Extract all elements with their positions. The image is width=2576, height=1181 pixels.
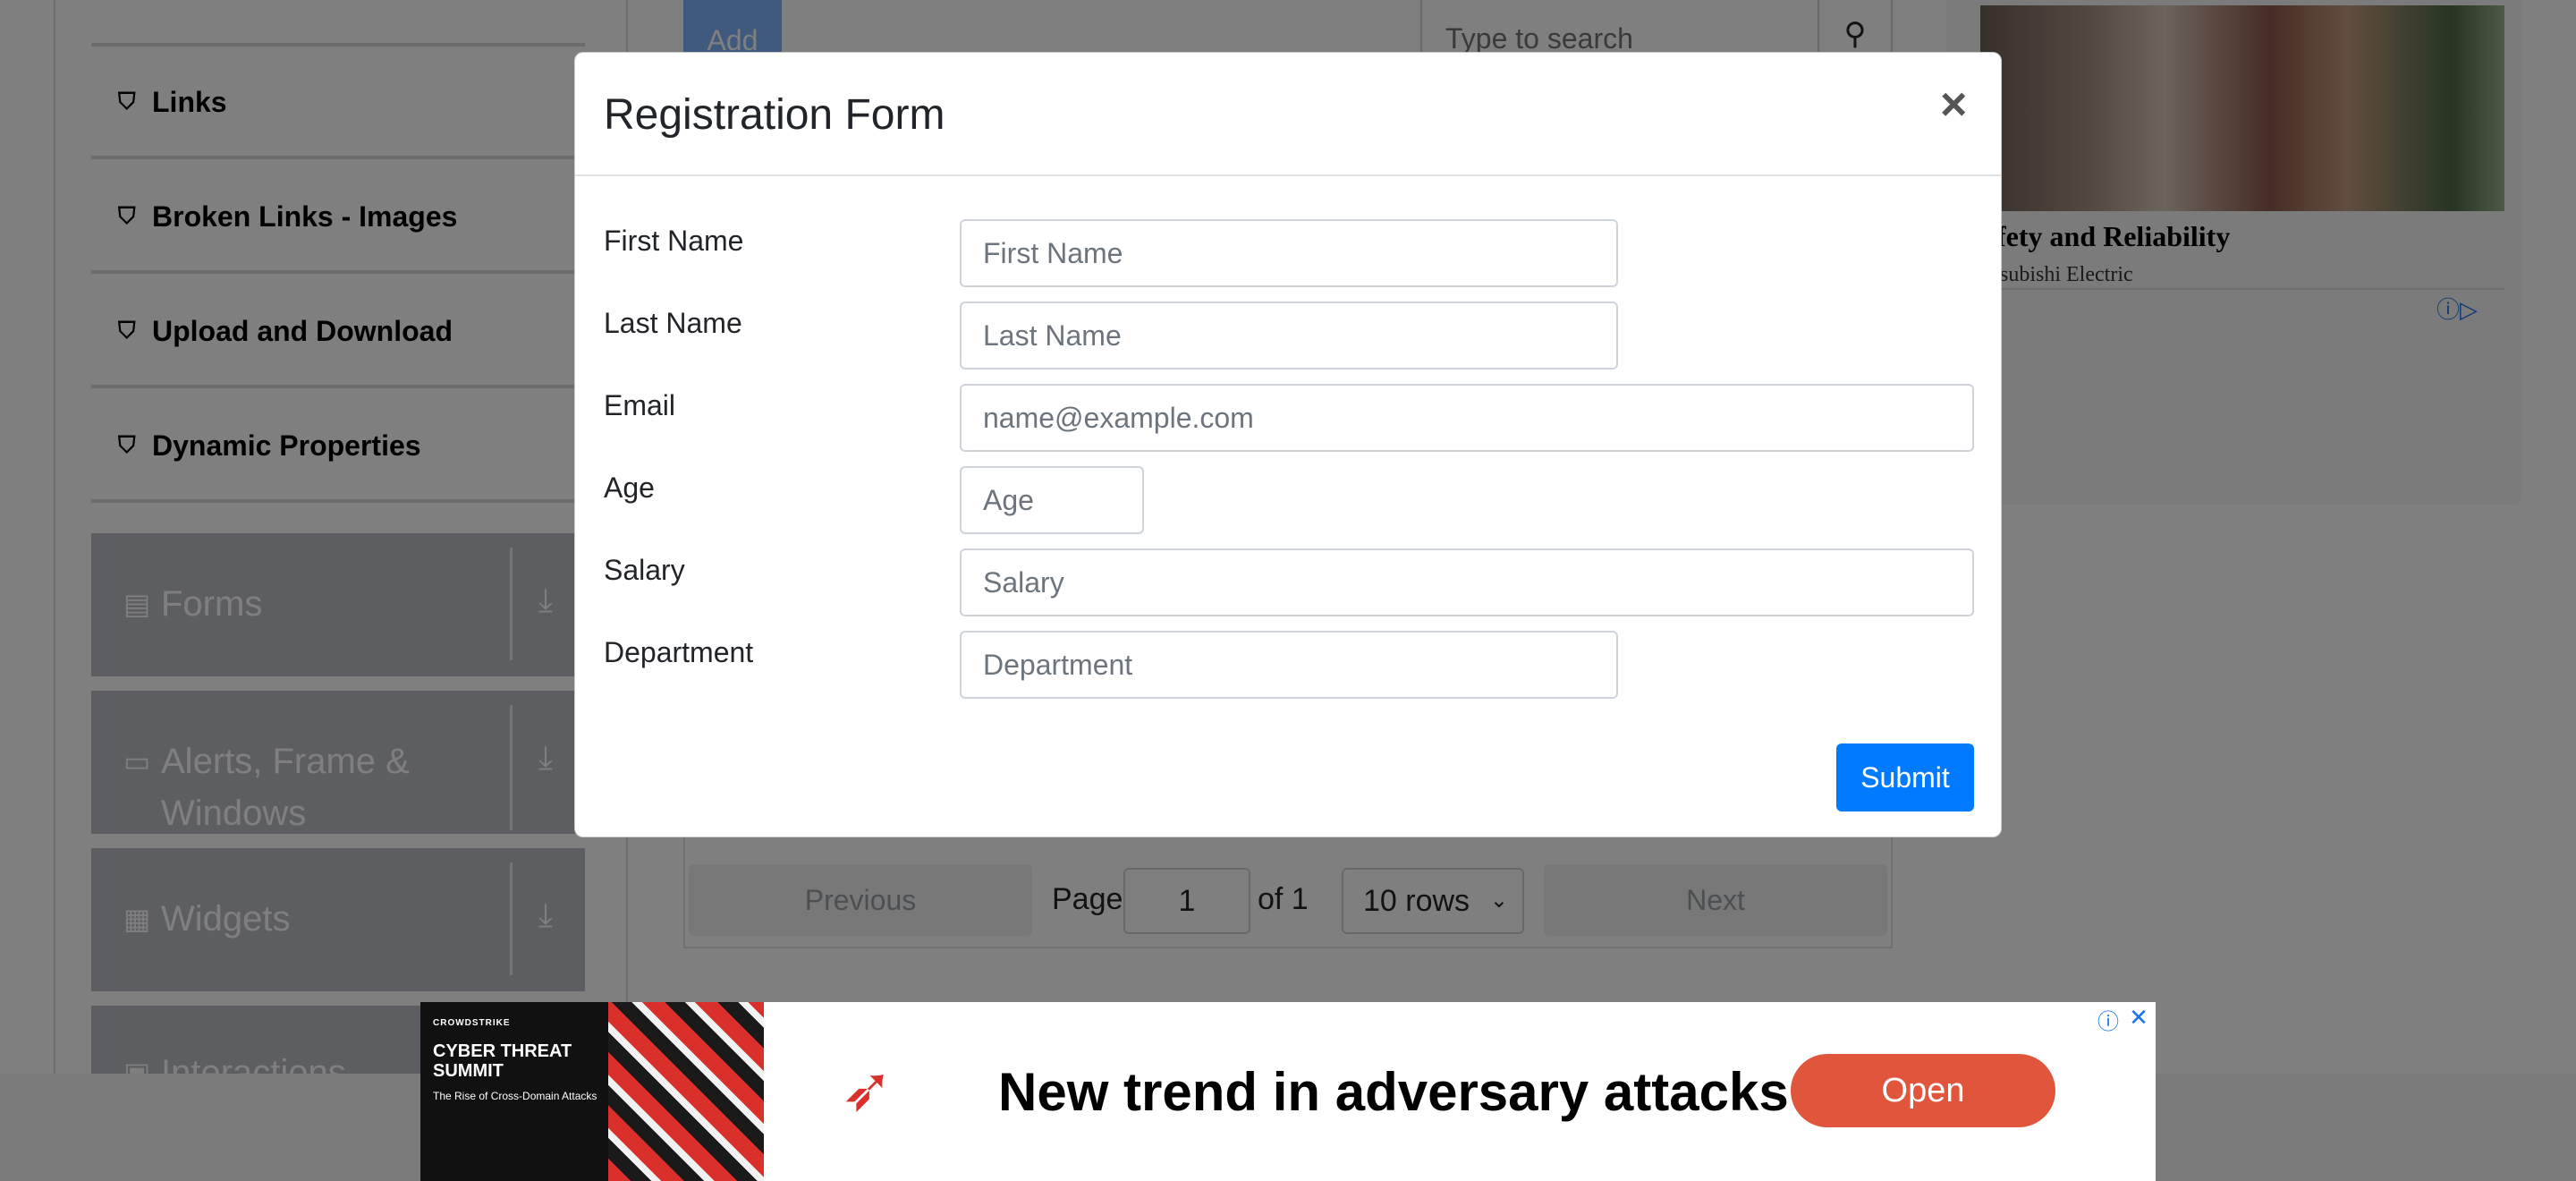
first-name-field[interactable] xyxy=(960,219,1618,287)
ad-open-button[interactable]: Open xyxy=(1791,1054,2055,1127)
department-field[interactable] xyxy=(960,631,1618,699)
ad-close-icon[interactable]: ✕ xyxy=(2125,1004,2152,1031)
salary-field[interactable] xyxy=(960,548,1974,616)
department-label: Department xyxy=(604,636,754,668)
ad-thumb-title: CYBER THREAT SUMMIT xyxy=(433,1041,572,1081)
email-label: Email xyxy=(604,389,676,421)
modal-title: Registration Form xyxy=(604,91,945,139)
ad-info-icon[interactable]: ⓘ xyxy=(2095,1004,2122,1034)
submit-button[interactable]: Submit xyxy=(1836,743,1974,811)
registration-modal: Registration Form × First Name Last Name… xyxy=(574,52,2002,837)
ad-thumb-subtitle: The Rise of Cross-Domain Attacks xyxy=(433,1090,597,1102)
age-label: Age xyxy=(604,472,655,504)
last-name-label: Last Name xyxy=(604,307,742,339)
ad-thumb-art xyxy=(608,1002,764,1181)
ad-headline: New trend in adversary attacks xyxy=(998,1062,1789,1122)
ad-thumbnail: CROWDSTRIKE CYBER THREAT SUMMIT The Rise… xyxy=(420,1002,764,1181)
age-field[interactable] xyxy=(960,466,1144,534)
bottom-advertisement[interactable]: CROWDSTRIKE CYBER THREAT SUMMIT The Rise… xyxy=(420,1002,2156,1181)
first-name-label: First Name xyxy=(604,225,744,257)
ad-brand: CROWDSTRIKE xyxy=(433,1018,511,1028)
close-icon[interactable]: × xyxy=(1940,81,1967,128)
falcon-logo-icon: ➶ xyxy=(841,1054,894,1124)
modal-header: Registration Form × xyxy=(575,53,2001,176)
last-name-field[interactable] xyxy=(960,302,1618,370)
salary-label: Salary xyxy=(604,554,685,586)
email-field[interactable] xyxy=(960,384,1974,452)
